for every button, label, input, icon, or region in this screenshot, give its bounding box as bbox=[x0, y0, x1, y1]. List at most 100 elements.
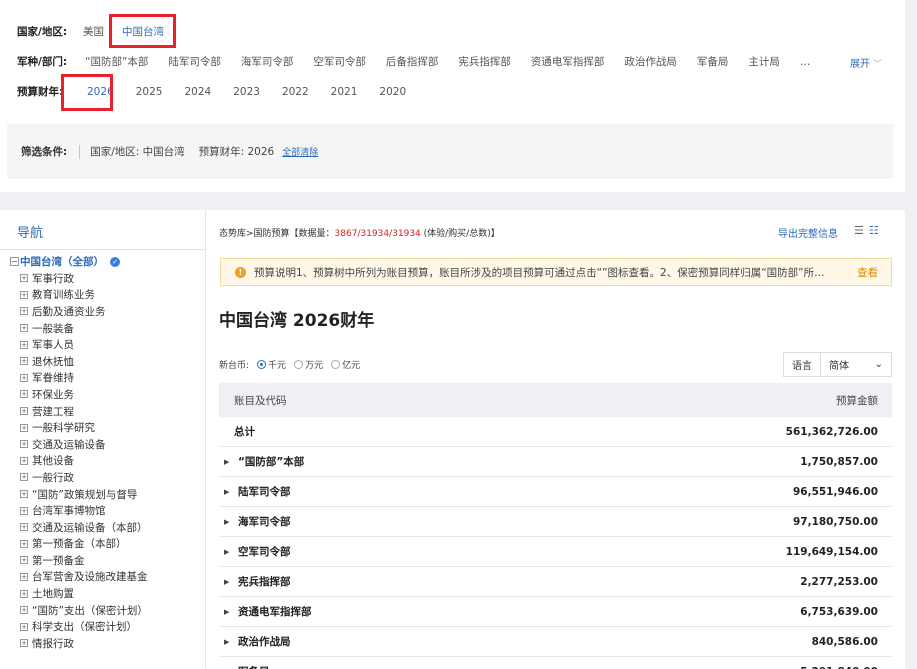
table-row[interactable]: ▶ 资通电军指挥部 6,753,639.00 bbox=[219, 597, 892, 627]
row-expand-arrow-icon[interactable]: ▶ bbox=[224, 458, 234, 466]
nav-tree-item[interactable]: + 一般科学研究 bbox=[20, 419, 148, 436]
country-filter-label: 国家/地区: bbox=[17, 26, 68, 38]
notice-view-link[interactable]: 查看 bbox=[857, 265, 878, 280]
year-option-2025[interactable]: 2025 bbox=[136, 86, 163, 98]
tree-expand-icon[interactable]: + bbox=[20, 456, 28, 465]
nav-tree-item[interactable]: + 土地购置 bbox=[20, 585, 148, 602]
clear-all-link[interactable]: 全部清除 bbox=[282, 145, 318, 158]
tree-expand-icon[interactable]: + bbox=[20, 589, 28, 598]
nav-tree-item[interactable]: + 军事人员 bbox=[20, 336, 148, 353]
year-option-2026[interactable]: 2026 bbox=[87, 86, 114, 98]
branch-option[interactable]: 海军司令部 bbox=[241, 54, 294, 69]
nav-tree-item[interactable]: + 科学支出（保密计划） bbox=[20, 618, 148, 635]
tree-expand-icon[interactable]: + bbox=[20, 556, 28, 565]
nav-tree-item[interactable]: + “国防”支出（保密计划） bbox=[20, 602, 148, 619]
nav-tree-item[interactable]: + 退休抚恤 bbox=[20, 353, 148, 370]
row-expand-arrow-icon[interactable]: ▶ bbox=[224, 608, 234, 616]
tree-expand-icon[interactable]: + bbox=[20, 473, 28, 482]
table-row[interactable]: ▶ “国防部”本部 1,750,857.00 bbox=[219, 447, 892, 477]
radio-ten-thousand[interactable] bbox=[294, 360, 304, 369]
nav-tree-item[interactable]: + 后勤及通资业务 bbox=[20, 303, 148, 320]
tree-expand-icon[interactable]: + bbox=[20, 490, 28, 499]
country-option-taiwan[interactable]: 中国台湾 bbox=[122, 24, 164, 39]
detail-view-icon[interactable]: ☷ bbox=[869, 224, 879, 237]
country-option-us[interactable]: 美国 bbox=[83, 24, 104, 39]
tree-expand-icon[interactable]: + bbox=[20, 639, 28, 648]
year-option-2020[interactable]: 2020 bbox=[379, 86, 406, 98]
export-full-info-link[interactable]: 导出完整信息 bbox=[778, 225, 838, 240]
tree-expand-icon[interactable]: + bbox=[20, 523, 28, 532]
breadcrumb-prefix: 态势库>国防预算【数据量： bbox=[219, 229, 335, 239]
tree-expand-icon[interactable]: + bbox=[20, 506, 28, 515]
row-expand-arrow-icon[interactable]: ▶ bbox=[224, 578, 234, 586]
tree-expand-icon[interactable]: + bbox=[20, 373, 28, 382]
branch-option[interactable]: 政治作战局 bbox=[624, 54, 677, 69]
radio-thousand[interactable] bbox=[257, 360, 267, 369]
row-expand-arrow-icon[interactable]: ▶ bbox=[224, 518, 234, 526]
branch-option[interactable]: “国防部”本部 bbox=[85, 54, 148, 69]
language-dropdown[interactable]: 简体 ⌄ bbox=[821, 353, 891, 376]
tree-expand-icon[interactable]: + bbox=[20, 357, 28, 366]
radio-hundred-million[interactable] bbox=[331, 360, 341, 369]
nav-tree-item-label: 其他设备 bbox=[32, 455, 74, 468]
nav-tree-item[interactable]: + 军眷维持 bbox=[20, 370, 148, 387]
nav-tree-item[interactable]: + 台湾军事博物馆 bbox=[20, 502, 148, 519]
conditions-label: 筛选条件: bbox=[21, 146, 68, 158]
nav-tree-item[interactable]: + 教育训练业务 bbox=[20, 287, 148, 304]
nav-tree-item[interactable]: + 交通及运输设备（本部） bbox=[20, 519, 148, 536]
nav-root-item[interactable]: − 中国台湾（全部） ✓ bbox=[10, 254, 120, 269]
table-row[interactable]: ▶ 宪兵指挥部 2,277,253.00 bbox=[219, 567, 892, 597]
row-expand-arrow-icon[interactable]: ▶ bbox=[224, 488, 234, 496]
branch-option[interactable]: 军备局 bbox=[697, 54, 729, 69]
tree-expand-icon[interactable]: + bbox=[20, 274, 28, 283]
tree-expand-icon[interactable]: + bbox=[20, 340, 28, 349]
nav-tree-item[interactable]: + 交通及运输设备 bbox=[20, 436, 148, 453]
nav-tree-item[interactable]: + “国防”政策规划与督导 bbox=[20, 486, 148, 503]
row-amount: 1,750,857.00 bbox=[800, 455, 878, 468]
nav-tree-item[interactable]: + 营建工程 bbox=[20, 403, 148, 420]
branch-more[interactable]: … bbox=[800, 56, 811, 68]
year-option-2022[interactable]: 2022 bbox=[282, 86, 309, 98]
tree-expand-icon[interactable]: + bbox=[20, 440, 28, 449]
tree-expand-icon[interactable]: + bbox=[20, 324, 28, 333]
branch-option[interactable]: 空军司令部 bbox=[313, 54, 366, 69]
nav-tree-item[interactable]: + 台军营舍及设施改建基金 bbox=[20, 569, 148, 586]
year-option-2023[interactable]: 2023 bbox=[233, 86, 260, 98]
nav-tree-item[interactable]: + 情报行政 bbox=[20, 635, 148, 652]
branch-option[interactable]: 后备指挥部 bbox=[386, 54, 439, 69]
tree-expand-icon[interactable]: + bbox=[20, 606, 28, 615]
year-option-2021[interactable]: 2021 bbox=[331, 86, 358, 98]
row-expand-arrow-icon[interactable]: ▶ bbox=[224, 548, 234, 556]
table-row[interactable]: ▶军备局 5,291,840.00 bbox=[219, 657, 892, 669]
tree-expand-icon[interactable]: + bbox=[20, 572, 28, 581]
nav-tree-item[interactable]: + 环保业务 bbox=[20, 386, 148, 403]
table-row[interactable]: ▶ 空军司令部 119,649,154.00 bbox=[219, 537, 892, 567]
branch-option[interactable]: 陆军司令部 bbox=[168, 54, 221, 69]
tree-expand-icon[interactable]: + bbox=[20, 290, 28, 299]
row-amount: 2,277,253.00 bbox=[800, 575, 878, 588]
year-option-2024[interactable]: 2024 bbox=[184, 86, 211, 98]
tree-expand-icon[interactable]: + bbox=[20, 307, 28, 316]
table-row[interactable]: ▶ 海军司令部 97,180,750.00 bbox=[219, 507, 892, 537]
branch-option[interactable]: 主计局 bbox=[748, 54, 780, 69]
warning-icon: ! bbox=[235, 266, 246, 278]
tree-expand-icon[interactable]: + bbox=[20, 423, 28, 432]
tree-expand-icon[interactable]: + bbox=[20, 622, 28, 631]
list-view-icon[interactable]: ☰ bbox=[854, 224, 864, 237]
branch-option[interactable]: 宪兵指挥部 bbox=[458, 54, 511, 69]
expand-branches-button[interactable]: 展开 ﹀ bbox=[850, 55, 882, 70]
nav-tree-item[interactable]: + 一般装备 bbox=[20, 320, 148, 337]
table-row[interactable]: ▶ 陆军司令部 96,551,946.00 bbox=[219, 477, 892, 507]
tree-expand-icon[interactable]: + bbox=[20, 407, 28, 416]
nav-tree-item[interactable]: + 一般行政 bbox=[20, 469, 148, 486]
nav-tree-item[interactable]: + 第一预备金 bbox=[20, 552, 148, 569]
row-expand-arrow-icon[interactable]: ▶ bbox=[224, 638, 234, 646]
tree-collapse-icon[interactable]: − bbox=[10, 257, 19, 266]
nav-tree-item[interactable]: + 其他设备 bbox=[20, 453, 148, 470]
branch-option[interactable]: 资通电军指挥部 bbox=[531, 54, 605, 69]
nav-tree-item[interactable]: + 第一预备金（本部） bbox=[20, 536, 148, 553]
tree-expand-icon[interactable]: + bbox=[20, 539, 28, 548]
table-row[interactable]: ▶ 政治作战局 840,586.00 bbox=[219, 627, 892, 657]
tree-expand-icon[interactable]: + bbox=[20, 390, 28, 399]
nav-tree-item[interactable]: + 军事行政 bbox=[20, 270, 148, 287]
